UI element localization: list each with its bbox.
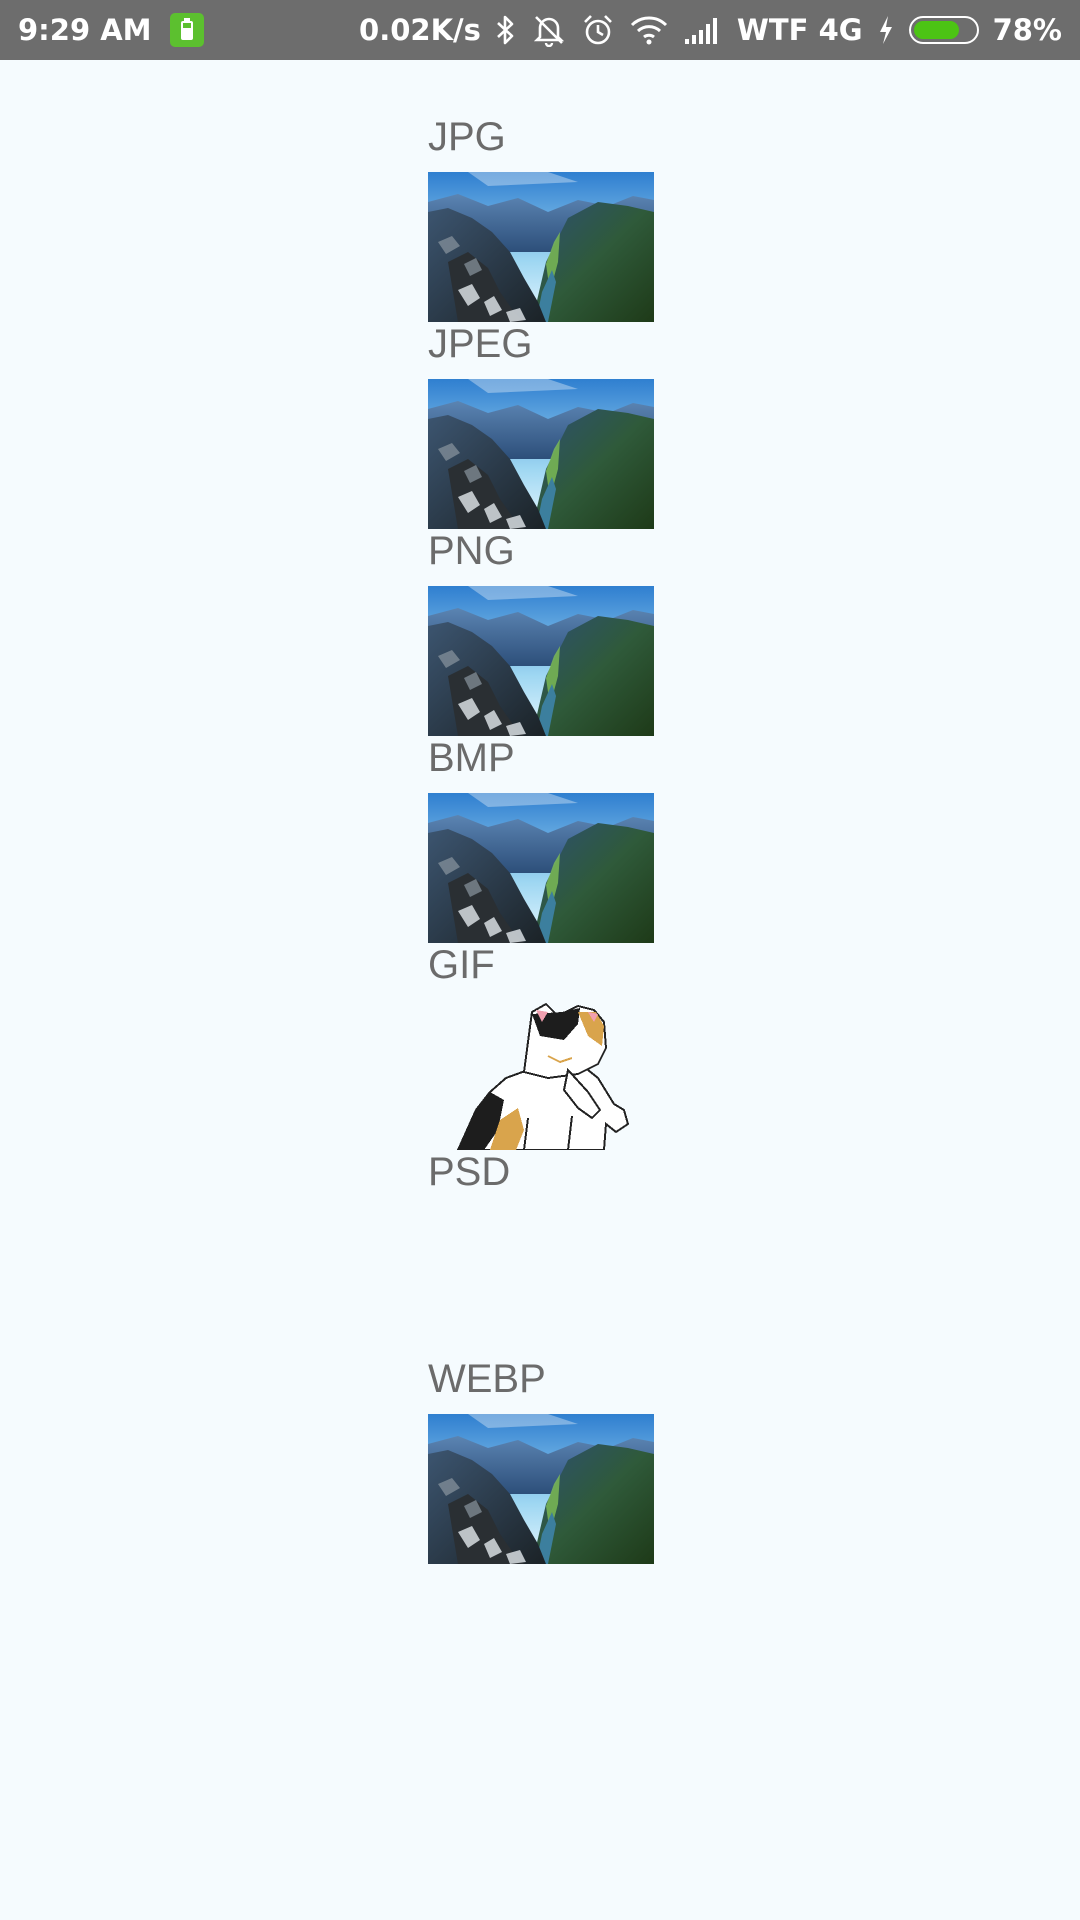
format-label: GIF (428, 943, 495, 987)
battery-level-fill (913, 21, 960, 39)
status-bar: 9:29 AM 0.02K/s WTF 4G 78% (0, 0, 1080, 60)
landscape-image (428, 793, 654, 943)
landscape-image (428, 1414, 654, 1564)
status-time: 9:29 AM (18, 13, 152, 47)
format-gif: GIF (428, 941, 654, 1150)
format-jpg: JPG (428, 113, 654, 322)
format-label: PSD (428, 1150, 511, 1194)
alarm-icon (581, 13, 615, 47)
format-bmp: BMP (428, 734, 654, 943)
battery-percent: 78% (992, 13, 1062, 47)
format-label: PNG (428, 529, 515, 573)
landscape-image (428, 172, 654, 322)
cat-gif-image (456, 1002, 630, 1150)
wifi-icon (629, 14, 669, 46)
carrier-label: WTF 4G (736, 13, 863, 47)
format-label: BMP (428, 736, 515, 780)
vibrate-off-icon (531, 13, 567, 47)
format-label: JPEG (428, 322, 533, 366)
landscape-image (428, 379, 654, 529)
landscape-image (428, 586, 654, 736)
battery-saver-icon (169, 13, 204, 47)
psd-image-empty (428, 1207, 654, 1357)
bluetooth-icon (495, 14, 517, 46)
format-webp: WEBP (428, 1355, 654, 1564)
network-speed: 0.02K/s (359, 13, 481, 47)
format-psd: PSD (428, 1148, 654, 1357)
battery-icon (908, 16, 979, 44)
signal-icon (683, 15, 723, 45)
format-jpeg: JPEG (428, 320, 654, 529)
format-png: PNG (428, 527, 654, 736)
charging-bolt-icon (877, 15, 895, 45)
format-label: WEBP (428, 1357, 546, 1401)
format-label: JPG (428, 115, 506, 159)
